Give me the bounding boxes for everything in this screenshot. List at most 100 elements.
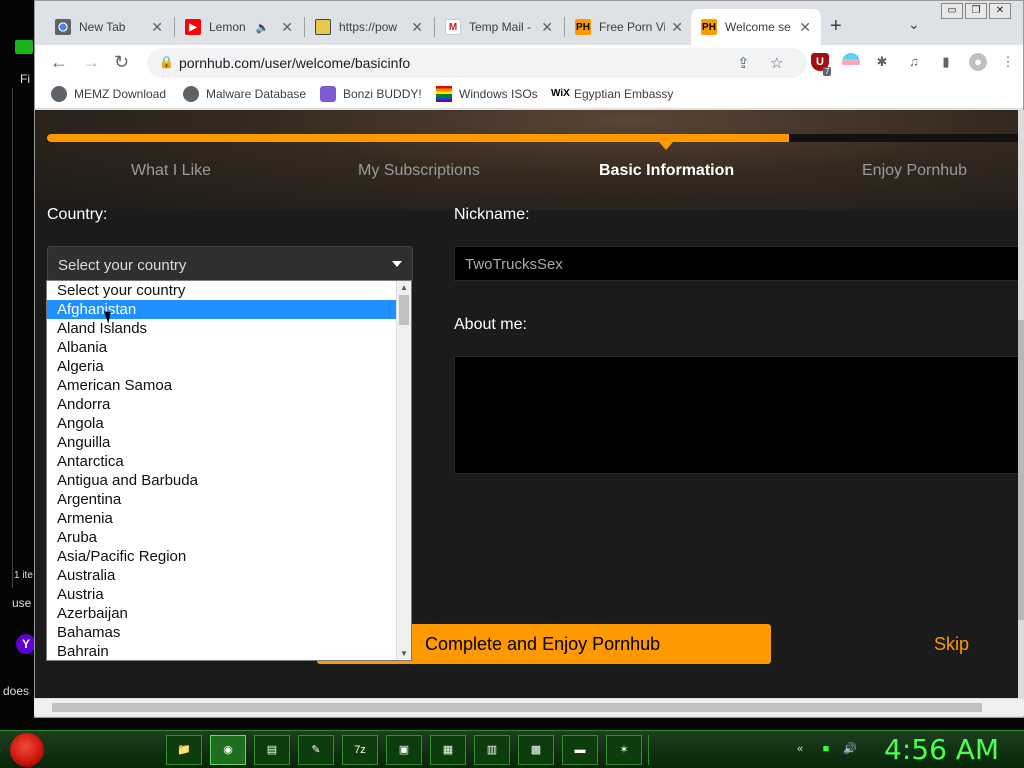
restore-button[interactable]: ❐ — [965, 3, 987, 19]
forward-button[interactable]: → — [82, 53, 100, 71]
battery-icon[interactable]: ■ — [818, 741, 834, 757]
side-panel-icon[interactable]: ▮ — [937, 53, 955, 71]
country-option[interactable]: Andorra — [47, 395, 397, 414]
share-icon[interactable]: ⇪ — [737, 54, 750, 72]
step-what-i-like[interactable]: What I Like — [131, 162, 211, 180]
page-scroll-thumb[interactable] — [1018, 320, 1024, 620]
country-option[interactable]: Angola — [47, 414, 397, 433]
country-option[interactable]: Antigua and Barbuda — [47, 471, 397, 490]
about-me-textarea[interactable] — [454, 356, 1023, 474]
country-option[interactable]: Austria — [47, 585, 397, 604]
yahoo-icon[interactable]: Y — [16, 634, 36, 654]
country-select[interactable]: Select your country — [47, 246, 413, 282]
volume-icon[interactable]: 🔊 — [842, 741, 858, 757]
media-control-icon[interactable]: ♫ — [905, 53, 923, 71]
country-option[interactable]: Armenia — [47, 509, 397, 528]
chevron-down-icon — [392, 261, 402, 267]
taskbar-app-icon[interactable]: ▤ — [254, 735, 290, 765]
close-tab-icon[interactable]: ✕ — [799, 19, 811, 36]
start-button-bird-icon[interactable] — [10, 733, 44, 767]
taskbar-app-icon[interactable]: ✶ — [606, 735, 642, 765]
flag-extension-icon[interactable] — [842, 53, 860, 71]
country-option[interactable]: Anguilla — [47, 433, 397, 452]
close-tab-icon[interactable]: ✕ — [151, 19, 163, 36]
bookmark-malware-database[interactable]: Malware Database — [183, 86, 306, 102]
taskbar-app-icon[interactable]: ▦ — [430, 735, 466, 765]
country-option[interactable]: Albania — [47, 338, 397, 357]
extensions-puzzle-icon[interactable]: ✱ — [873, 53, 891, 71]
country-option[interactable]: Australia — [47, 566, 397, 585]
chrome-menu-icon[interactable]: ⋮ — [999, 53, 1017, 71]
desktop-app-icon[interactable] — [15, 40, 33, 54]
country-dropdown-list[interactable]: Select your country Afghanistan Aland Isla… — [46, 280, 412, 661]
step-my-subscriptions[interactable]: My Subscriptions — [358, 162, 480, 180]
taskbar-app-icon[interactable]: ▩ — [518, 735, 554, 765]
country-option[interactable]: Bahrain — [47, 642, 397, 660]
country-option[interactable]: Argentina — [47, 490, 397, 509]
close-window-button[interactable]: ✕ — [989, 3, 1011, 19]
tab-new-tab[interactable]: New Tab ✕ — [45, 9, 173, 45]
close-tab-icon[interactable]: ✕ — [671, 19, 683, 36]
bookmark-egyptian-embassy[interactable]: WiX Egyptian Embassy — [551, 86, 673, 102]
audio-playing-icon[interactable]: 🔈 — [256, 21, 270, 34]
gmail-icon: M — [445, 19, 461, 35]
country-option[interactable]: Aland Islands — [47, 319, 397, 338]
nickname-input[interactable]: TwoTrucksSex — [454, 246, 1023, 281]
url-text[interactable]: pornhub.com/user/welcome/basicinfo — [179, 55, 410, 71]
profile-avatar-icon[interactable]: ● — [969, 53, 987, 71]
taskbar-clock[interactable]: 4:56 AM — [884, 733, 999, 766]
reload-button[interactable]: ↻ — [114, 53, 129, 71]
country-option[interactable]: Algeria — [47, 357, 397, 376]
about-me-label: About me: — [454, 316, 527, 333]
country-option[interactable]: Azerbaijan — [47, 604, 397, 623]
country-option[interactable]: Aruba — [47, 528, 397, 547]
dropdown-scrollbar[interactable]: ▲ ▼ — [396, 281, 411, 660]
country-option[interactable]: Bahamas — [47, 623, 397, 642]
country-option[interactable]: American Samoa — [47, 376, 397, 395]
horizontal-scroll-thumb[interactable] — [52, 703, 982, 712]
back-button[interactable]: ← — [50, 53, 68, 71]
step-basic-information[interactable]: Basic Information — [599, 162, 734, 180]
step-enjoy-pornhub[interactable]: Enjoy Pornhub — [862, 162, 967, 180]
bookmark-star-icon[interactable]: ☆ — [770, 54, 783, 72]
tab-lemon[interactable]: ▶ Lemon 🔈 ✕ — [175, 9, 303, 45]
globe-icon — [51, 86, 67, 102]
dropdown-scroll-thumb[interactable] — [399, 295, 409, 325]
progress-fill — [47, 134, 789, 142]
tab-temp-mail[interactable]: M Temp Mail - ✕ — [435, 9, 563, 45]
horizontal-scrollbar[interactable] — [34, 698, 1024, 716]
lock-icon[interactable]: 🔒 — [159, 55, 174, 69]
taskbar-app-icon[interactable]: ◉ — [210, 735, 246, 765]
bookmark-windows-isos[interactable]: Windows ISOs — [436, 86, 538, 102]
bookmark-label: Windows ISOs — [459, 87, 538, 101]
bookmark-bonzi-buddy[interactable]: Bonzi BUDDY! — [320, 86, 422, 102]
scroll-up-icon[interactable]: ▲ — [400, 283, 408, 292]
tab-search-button[interactable]: ⌄ — [908, 16, 920, 33]
taskbar-app-icon[interactable]: ▬ — [562, 735, 598, 765]
close-tab-icon[interactable]: ✕ — [411, 19, 423, 36]
nickname-label: Nickname: — [454, 206, 530, 223]
taskbar-app-icon[interactable]: ✎ — [298, 735, 334, 765]
country-option[interactable]: Afghanistan — [47, 300, 397, 319]
taskbar-app-icon[interactable]: 📁 — [166, 735, 202, 765]
tab-free-porn[interactable]: PH Free Porn Vi ✕ — [565, 9, 693, 45]
tab-pow[interactable]: https://pow ✕ — [305, 9, 433, 45]
scroll-down-icon[interactable]: ▼ — [400, 649, 408, 658]
taskbar-app-icon[interactable]: ▥ — [474, 735, 510, 765]
new-tab-button[interactable]: + — [830, 15, 842, 38]
taskbar-app-icon[interactable]: 7z — [342, 735, 378, 765]
taskbar-app-icon[interactable]: ▣ — [386, 735, 422, 765]
close-tab-icon[interactable]: ✕ — [541, 19, 553, 36]
tray-chevron-icon[interactable]: « — [792, 741, 808, 757]
tab-title: https://pow — [339, 20, 398, 34]
skip-link[interactable]: Skip — [934, 634, 969, 655]
taskbar: 📁 ◉ ▤ ✎ 7z ▣ ▦ ▥ ▩ ▬ ✶ « ■ 🔊 4:56 AM — [0, 730, 1024, 768]
country-option[interactable]: Asia/Pacific Region — [47, 547, 397, 566]
bookmark-memz[interactable]: MEMZ Download — [51, 86, 166, 102]
close-tab-icon[interactable]: ✕ — [281, 19, 293, 36]
country-option[interactable]: Select your country — [47, 281, 397, 300]
address-bar[interactable]: 🔒 pornhub.com/user/welcome/basicinfo ⇪ ☆ — [147, 48, 807, 78]
minimize-button[interactable]: ▭ — [941, 3, 963, 19]
country-option[interactable]: Antarctica — [47, 452, 397, 471]
tab-welcome[interactable]: PH Welcome se ✕ — [691, 9, 821, 45]
